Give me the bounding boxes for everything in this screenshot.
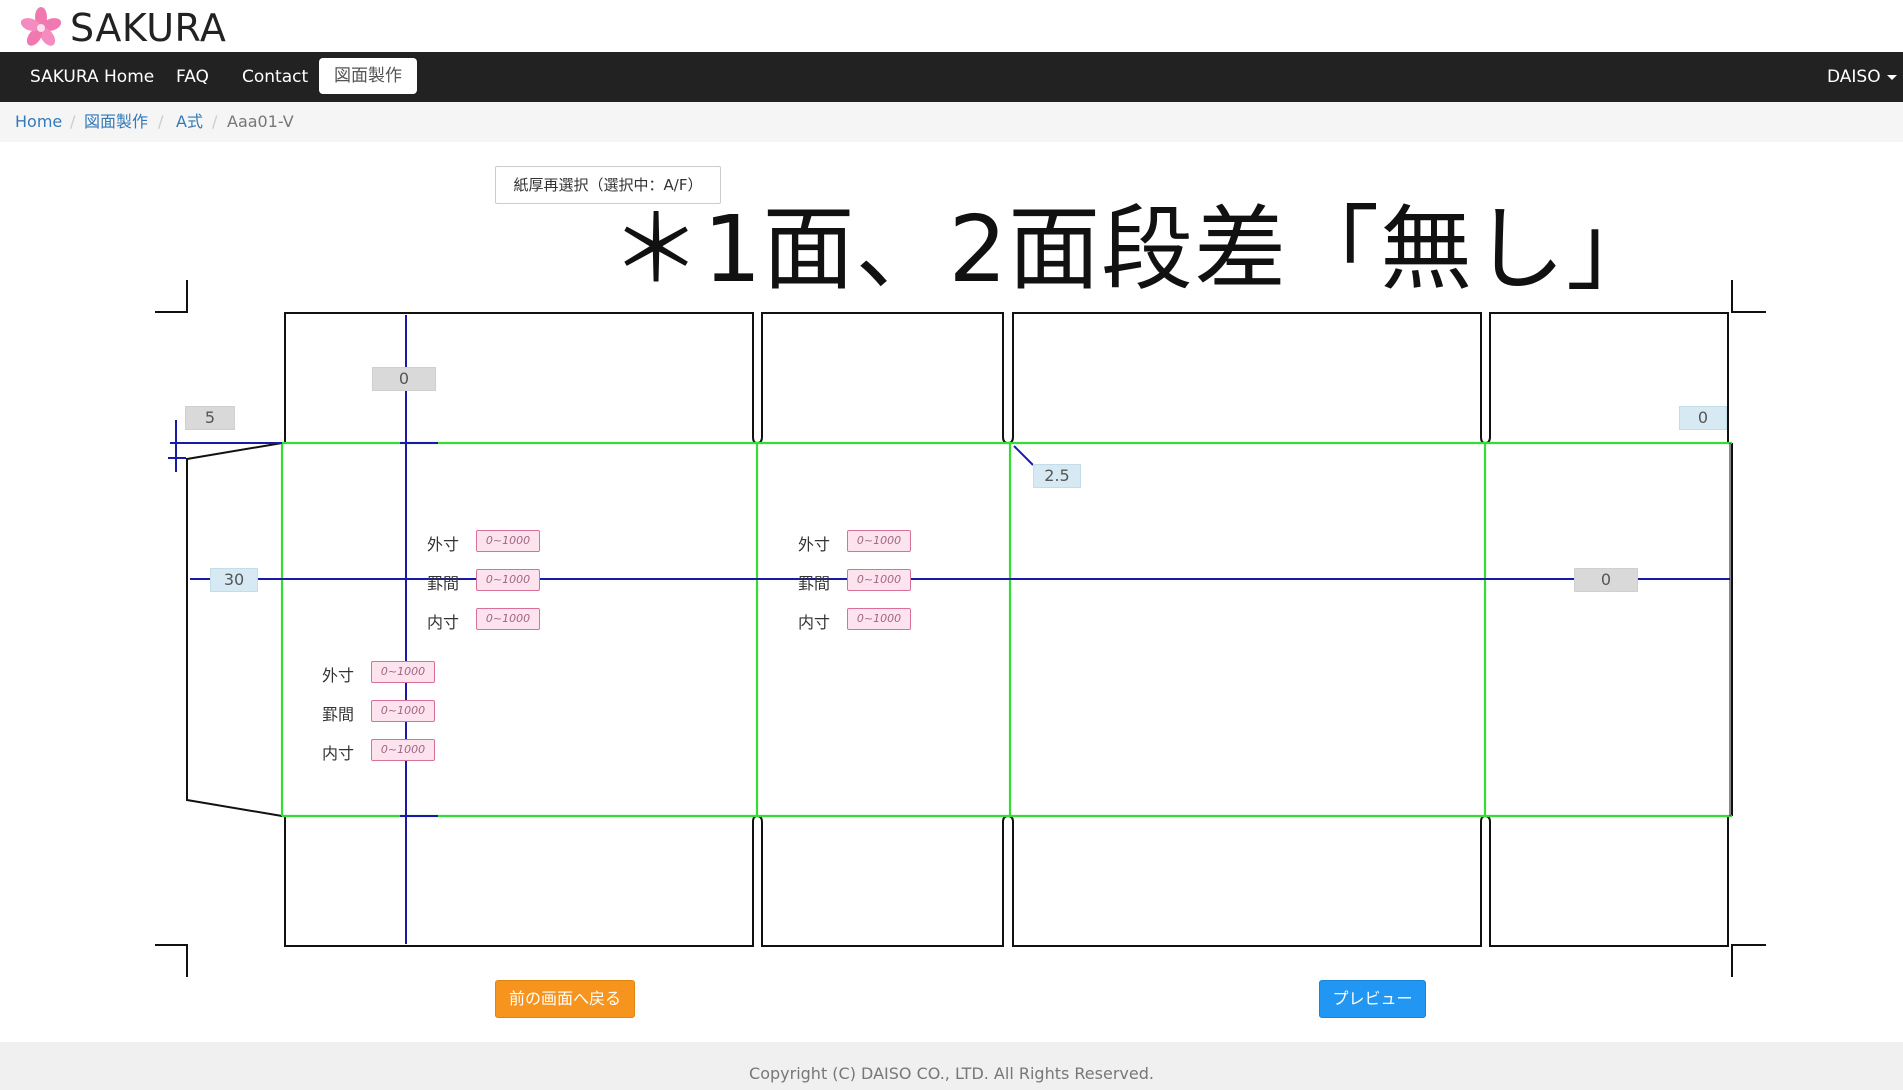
dim-right-top[interactable]: 0: [1679, 406, 1727, 430]
width-inner-input[interactable]: 0~1000: [847, 608, 911, 630]
box-diagram: [155, 280, 1766, 977]
dim-glue-top[interactable]: 5: [185, 406, 235, 430]
copyright-text: Copyright (C) DAISO CO., LTD. All Rights…: [749, 1064, 1154, 1083]
width-crease-input[interactable]: 0~1000: [847, 569, 911, 591]
bottom-flaps: [284, 815, 1729, 947]
dim-top-flap[interactable]: 0: [372, 367, 436, 391]
label-crease: 罫間: [322, 705, 355, 724]
glue-flap: [186, 442, 283, 817]
label-inner: 内寸: [427, 613, 460, 632]
back-button[interactable]: 前の画面へ戻る: [495, 980, 635, 1018]
dimension-lines: [168, 315, 1730, 944]
height-inner-input[interactable]: 0~1000: [371, 739, 435, 761]
dim-right-mid[interactable]: 0: [1574, 568, 1638, 592]
height-outer-input[interactable]: 0~1000: [371, 661, 435, 683]
footer: Copyright (C) DAISO CO., LTD. All Rights…: [0, 1042, 1903, 1090]
length-crease-input[interactable]: 0~1000: [476, 569, 540, 591]
height-crease-input[interactable]: 0~1000: [371, 700, 435, 722]
label-inner: 内寸: [322, 744, 355, 763]
length-inner-input[interactable]: 0~1000: [476, 608, 540, 630]
top-flaps: [284, 312, 1729, 444]
dim-diagonal[interactable]: 2.5: [1033, 464, 1081, 488]
width-outer-input[interactable]: 0~1000: [847, 530, 911, 552]
label-crease: 罫間: [427, 574, 460, 593]
label-crease: 罫間: [798, 574, 831, 593]
label-outer: 外寸: [427, 535, 460, 554]
label-inner: 内寸: [798, 613, 831, 632]
label-outer: 外寸: [798, 535, 831, 554]
preview-button[interactable]: プレビュー: [1319, 980, 1426, 1018]
label-outer: 外寸: [322, 666, 355, 685]
length-outer-input[interactable]: 0~1000: [476, 530, 540, 552]
dim-glue-width[interactable]: 30: [210, 568, 258, 592]
